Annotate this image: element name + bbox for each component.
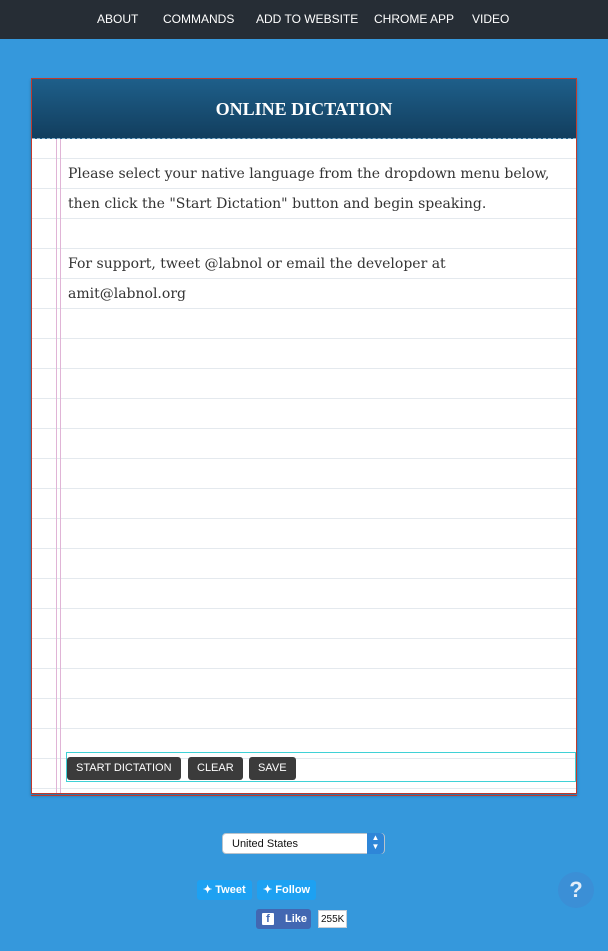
tweet-label: Tweet xyxy=(215,884,246,896)
top-navigation: ABOUT COMMANDS ADD TO WEBSITE CHROME APP… xyxy=(0,0,608,39)
facebook-like-button[interactable]: f Like xyxy=(256,909,311,929)
language-select[interactable]: United States ▲ ▼ xyxy=(222,833,385,854)
dictation-paper: ONLINE DICTATION Please select your nati… xyxy=(31,78,577,794)
nav-add-to-website-link[interactable]: ADD TO WEBSITE xyxy=(256,0,358,39)
paper-bottom-edge xyxy=(31,792,577,796)
start-dictation-button[interactable]: START DICTATION xyxy=(67,757,181,780)
like-count-badge: 255K xyxy=(318,910,348,928)
save-button[interactable]: SAVE xyxy=(249,757,296,780)
follow-button[interactable]: ✦ Follow xyxy=(257,880,317,900)
margin-line xyxy=(60,139,61,793)
facebook-icon: f xyxy=(262,913,274,925)
language-select-value: United States xyxy=(232,838,299,850)
nav-commands-link[interactable]: COMMANDS xyxy=(163,0,234,39)
twitter-bird-icon: ✦ xyxy=(263,884,273,896)
clear-button[interactable]: CLEAR xyxy=(188,757,243,780)
page-title: ONLINE DICTATION xyxy=(215,99,393,119)
nav-about-link[interactable]: ABOUT xyxy=(97,0,138,39)
chevron-up-down-icon: ▲ ▼ xyxy=(367,833,384,854)
follow-label: Follow xyxy=(275,884,311,896)
tweet-button[interactable]: ✦ Tweet xyxy=(197,880,252,900)
dictation-textarea[interactable]: Please select your native language from … xyxy=(68,159,558,339)
help-button[interactable]: ? xyxy=(558,872,594,908)
button-bar: START DICTATION CLEAR SAVE xyxy=(66,752,576,782)
margin-line xyxy=(56,139,57,793)
paper-header: ONLINE DICTATION xyxy=(32,79,576,139)
support-text: For support, tweet @labnol or email the … xyxy=(68,256,446,302)
nav-video-link[interactable]: VIDEO xyxy=(472,0,509,39)
instructions-text: Please select your native language from … xyxy=(68,166,550,212)
like-label: Like xyxy=(285,913,308,925)
twitter-bird-icon: ✦ xyxy=(203,884,213,896)
nav-chrome-app-link[interactable]: CHROME APP xyxy=(374,0,454,39)
